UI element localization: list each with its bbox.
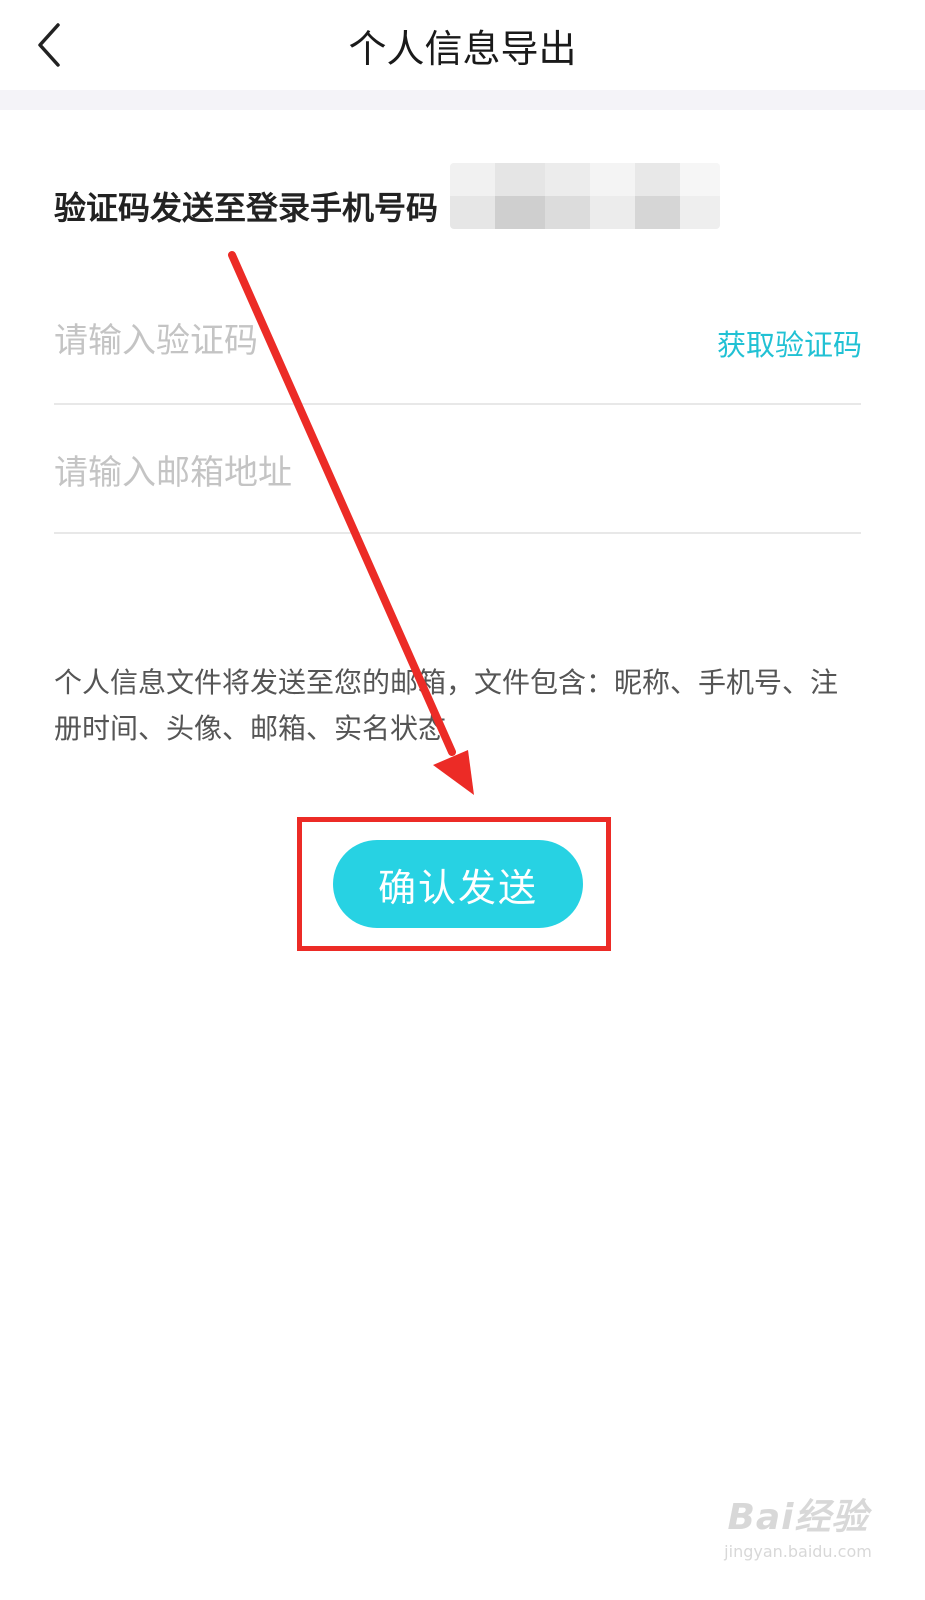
watermark-logo: Bai经验 [727,1497,869,1538]
header-divider [0,90,925,110]
export-notice: 个人信息文件将发送至您的邮箱，文件包含：昵称、手机号、注册时间、头像、邮箱、实名… [54,666,839,745]
divider [54,403,861,405]
annotation-highlight-box [297,817,611,951]
phone-sent-label: 验证码发送至登录手机号码 [54,189,439,227]
masked-phone-number [450,163,720,229]
email-input[interactable] [54,448,834,498]
page-title: 个人信息导出 [348,27,577,71]
divider [54,532,861,534]
header-bar: 个人信息导出 [0,0,925,90]
baidu-jingyan-watermark: Bai经验 jingyan.baidu.com [708,1488,888,1588]
get-code-button[interactable]: 获取验证码 [717,322,862,364]
watermark-url: jingyan.baidu.com [724,1542,872,1561]
verification-code-input[interactable] [54,316,614,366]
annotation-arrow-icon [228,251,474,795]
